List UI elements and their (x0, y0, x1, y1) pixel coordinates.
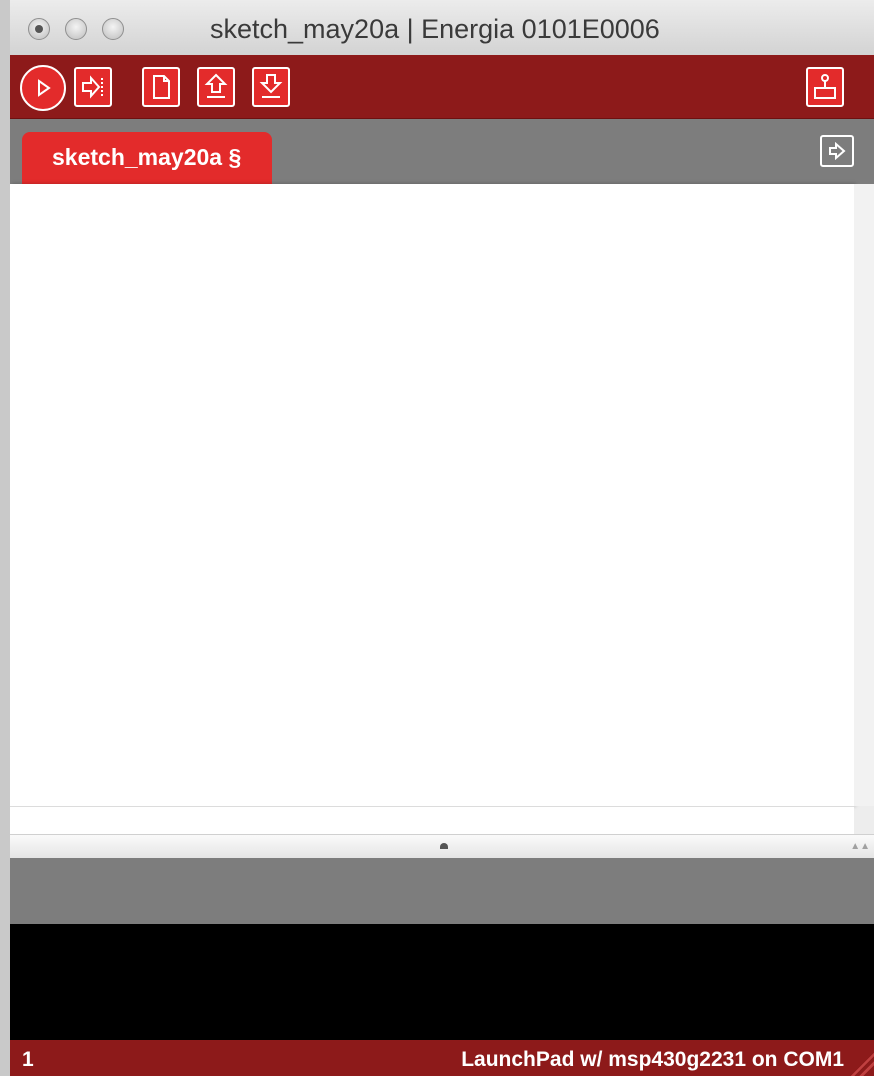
serial-monitor-button[interactable] (806, 67, 844, 107)
drag-handle-icon[interactable] (440, 843, 448, 849)
status-bar: 1 LaunchPad w/ msp430g2231 on COM1 (10, 1040, 874, 1076)
arrow-up-icon (204, 73, 228, 98)
save-button[interactable] (252, 67, 290, 107)
resize-arrows-icon: ▲▲ (850, 841, 870, 852)
arrow-right-icon (829, 142, 846, 160)
message-area (10, 858, 874, 924)
tab-bar: sketch_may20a § (10, 119, 874, 184)
arrow-down-icon (259, 74, 283, 98)
verify-button[interactable] (20, 65, 66, 111)
tab-menu-button[interactable] (820, 135, 854, 167)
vertical-scrollbar[interactable] (854, 184, 874, 806)
window-title: sketch_may20a | Energia 0101E0006 (210, 14, 660, 44)
energia-window: sketch_may20a | Energia 0101E0006 sketch… (0, 0, 874, 1076)
new-button[interactable] (142, 67, 180, 107)
title-bar[interactable]: sketch_may20a | Energia 0101E0006 (10, 0, 874, 56)
upload-button[interactable] (74, 67, 112, 107)
board-info: LaunchPad w/ msp430g2231 on COM1 (461, 1048, 844, 1071)
play-icon (38, 79, 51, 97)
document-icon (153, 75, 170, 99)
zoom-window-button[interactable] (102, 18, 124, 40)
tab-sketch[interactable]: sketch_may20a § (22, 132, 272, 184)
console-output (10, 924, 874, 1040)
open-button[interactable] (197, 67, 235, 107)
split-divider[interactable]: ▲▲ (10, 834, 874, 859)
code-editor[interactable] (10, 184, 854, 806)
toolbar (10, 55, 874, 119)
serial-monitor-icon (814, 74, 836, 99)
arrow-right-icon (82, 75, 103, 99)
horizontal-scrollbar[interactable] (10, 806, 854, 835)
line-number: 1 (22, 1048, 34, 1071)
resize-grip-icon[interactable] (848, 1050, 874, 1076)
minimize-window-button[interactable] (65, 18, 87, 40)
close-window-button[interactable] (28, 18, 50, 40)
